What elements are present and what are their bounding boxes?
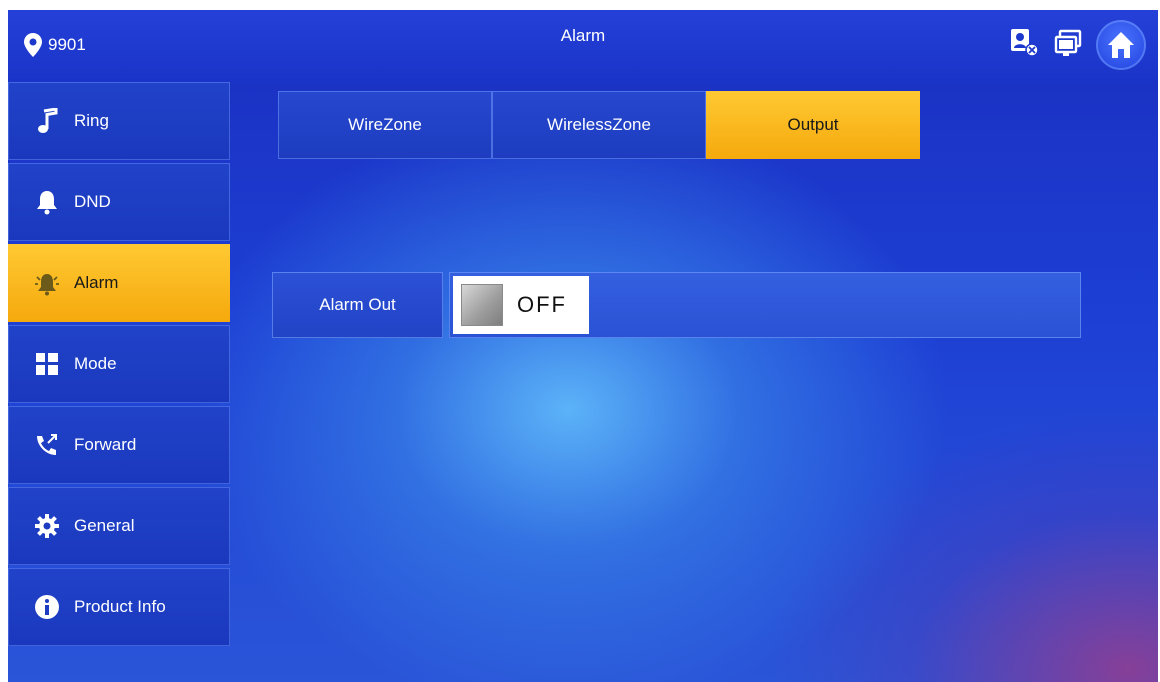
call-forward-icon: [34, 432, 60, 458]
screen: 9901 Alarm Ring DND Alarm Mode Forward G…: [8, 10, 1158, 682]
sidebar-item-label: Product Info: [74, 597, 166, 616]
sidebar-item-general[interactable]: General: [8, 487, 230, 565]
alarm-out-toggle[interactable]: OFF: [453, 276, 589, 334]
alarm-out-label: Alarm Out: [272, 272, 443, 338]
home-button[interactable]: [1096, 20, 1146, 70]
bell-icon: [34, 189, 60, 215]
alarm-bell-icon: [34, 270, 60, 296]
contact-status-icon: [1011, 29, 1039, 57]
toggle-knob: [461, 284, 503, 326]
sidebar-item-label: Mode: [74, 354, 117, 373]
sidebar-item-label: General: [74, 516, 135, 535]
sidebar-item-label: DND: [74, 192, 111, 211]
sidebar-item-label: Alarm: [74, 273, 119, 292]
sidebar-item-mode[interactable]: Mode: [8, 325, 230, 403]
info-icon: [34, 594, 60, 620]
page-title: Alarm: [560, 26, 606, 45]
sidebar-item-dnd[interactable]: DND: [8, 163, 230, 241]
sidebar-item-label: Forward: [74, 435, 137, 454]
tab-wirelesszone[interactable]: WirelessZone: [492, 91, 706, 159]
sidebar-item-label: Ring: [74, 111, 109, 130]
sidebar-item-product-info[interactable]: Product Info: [8, 568, 230, 646]
toggle-state-text: OFF: [517, 292, 567, 317]
monitor-status-icon: [1054, 29, 1082, 56]
gear-icon: [34, 513, 60, 539]
home-icon: [1108, 32, 1134, 58]
top-bar: 9901 Alarm: [8, 10, 1158, 82]
music-note-icon: [34, 108, 60, 134]
mode-grid-icon: [34, 351, 60, 377]
sidebar-item-forward[interactable]: Forward: [8, 406, 230, 484]
tab-wirezone[interactable]: WireZone: [278, 91, 492, 159]
tab-output[interactable]: Output: [706, 91, 920, 159]
sidebar-item-ring[interactable]: Ring: [8, 82, 230, 160]
sidebar-item-alarm[interactable]: Alarm: [8, 244, 230, 322]
